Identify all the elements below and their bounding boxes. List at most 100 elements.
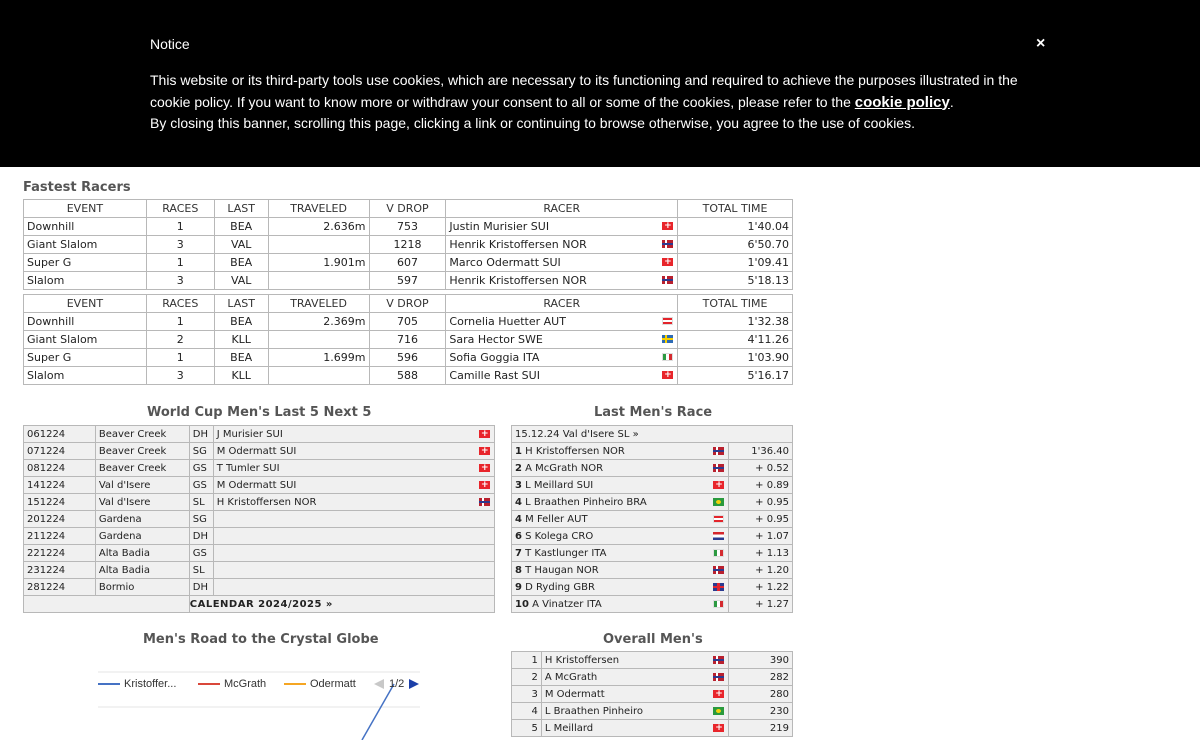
last-cell: KLL — [213, 330, 269, 349]
table-row: Downhill 1 BEA 2.369m 705 Cornelia Huetter AU… — [23, 312, 793, 331]
traveled-cell — [267, 235, 370, 254]
flag-nor-icon — [479, 498, 490, 506]
table-row[interactable]: 211224 Gardena DH — [23, 527, 496, 545]
table-row[interactable]: 061224 Beaver Creek DH J Murisier SUI — [23, 425, 496, 443]
race-link[interactable]: 15.12.24 Val d'Isere SL » — [511, 425, 793, 443]
legend-mcgrath[interactable]: McGrath — [198, 678, 266, 690]
racer-cell[interactable]: Henrik Kristoffersen NOR — [445, 271, 679, 290]
racer-name: A Vinatzer ITA — [528, 598, 602, 610]
racer-cell[interactable]: 2 A McGrath NOR — [510, 459, 730, 477]
column-header: LAST — [213, 199, 269, 218]
racer-cell[interactable]: 3 L Meillard SUI — [510, 476, 730, 494]
flag-nor-icon — [713, 464, 725, 472]
race-header-row: 15.12.24 Val d'Isere SL » — [511, 425, 793, 443]
vdrop-cell: 716 — [368, 330, 447, 349]
races-cell: 3 — [145, 366, 215, 385]
races-cell: 1 — [145, 348, 215, 367]
racer-name: D Ryding GBR — [521, 581, 595, 593]
fastest-racers-table: EVENT RACES LAST TRAVELED V DROP RACER TOTAL T… — [23, 199, 793, 385]
flag-nor-icon — [662, 276, 674, 284]
winner-cell — [212, 544, 496, 562]
racer-cell[interactable]: Cornelia Huetter AUT — [445, 312, 679, 331]
flag-sui-icon — [479, 481, 490, 489]
points-cell: 282 — [728, 668, 793, 686]
next-page-arrow-icon[interactable] — [409, 679, 419, 689]
table-header-row: EVENT RACES LAST TRAVELED V DROP RACER TOTAL T… — [23, 199, 793, 218]
discipline-cell: DH — [188, 578, 214, 596]
legend-label: Odermatt — [310, 678, 356, 690]
fastest-racers-title: Fastest Racers — [23, 180, 131, 195]
racer-cell[interactable]: 8 T Haugan NOR — [510, 561, 730, 579]
calendar-link[interactable]: CALENDAR 2024/2025 » — [188, 595, 496, 613]
table-row[interactable]: 201224 Gardena SG — [23, 510, 496, 528]
cookie-policy-link[interactable]: cookie policy — [855, 94, 950, 111]
racer-cell[interactable]: L Meillard — [540, 719, 730, 737]
position: 4 — [515, 513, 522, 525]
table-row: 7 T Kastlunger ITA + 1.13 — [510, 544, 793, 562]
racer-cell[interactable]: Camille Rast SUI — [445, 366, 679, 385]
date-cell: 281224 — [23, 578, 96, 596]
flag-bra-icon — [713, 498, 725, 506]
racer-cell[interactable]: 4 L Braathen Pinheiro BRA — [510, 493, 730, 511]
racer-cell[interactable]: Marco Odermatt SUI — [445, 253, 679, 272]
racer-cell[interactable]: Sofia Goggia ITA — [445, 348, 679, 367]
column-header: V DROP — [368, 294, 447, 313]
racer-cell[interactable]: L Braathen Pinheiro — [540, 702, 730, 720]
racer-cell[interactable]: 4 M Feller AUT — [510, 510, 730, 528]
table-row: 1H Kristoffersen 390 — [511, 651, 793, 669]
position: 10 — [515, 598, 529, 610]
flag-sui-icon — [479, 447, 490, 455]
date-cell: 061224 — [23, 425, 96, 443]
last-cell: BEA — [213, 253, 269, 272]
racer-cell[interactable]: Sara Hector SWE — [445, 330, 679, 349]
event-cell: Slalom — [23, 271, 147, 290]
time-cell: + 1.07 — [728, 527, 793, 545]
event-cell: Downhill — [23, 217, 147, 236]
racer-cell[interactable]: 10 A Vinatzer ITA — [510, 595, 730, 613]
table-row[interactable]: 281224 Bormio DH — [23, 578, 496, 596]
racer-cell[interactable]: 7 T Kastlunger ITA — [510, 544, 730, 562]
table-row: 4L Braathen Pinheiro 230 — [511, 702, 793, 720]
last-cell: BEA — [213, 312, 269, 331]
racer-cell[interactable]: M Odermatt — [540, 685, 730, 703]
flag-sui-icon — [662, 371, 674, 379]
position: 8 — [515, 564, 522, 576]
position: 9 — [515, 581, 522, 593]
event-cell: Giant Slalom — [23, 330, 147, 349]
table-row[interactable]: 231224 Alta Badia SL — [23, 561, 496, 579]
legend-line-icon — [284, 683, 306, 686]
position-cell: 2 — [511, 668, 542, 686]
close-icon[interactable]: × — [1036, 35, 1045, 53]
racer-cell[interactable]: Henrik Kristoffersen NOR — [445, 235, 679, 254]
legend-odermatt[interactable]: Odermatt — [284, 678, 356, 690]
racer-cell[interactable]: A McGrath — [540, 668, 730, 686]
table-row[interactable]: 151224 Val d'Isere SL H Kristoffersen NOR — [23, 493, 496, 511]
column-header: RACES — [145, 199, 215, 218]
table-row[interactable]: 221224 Alta Badia GS — [23, 544, 496, 562]
legend-kristoffersen[interactable]: Kristoffer... — [98, 678, 176, 690]
racer-cell[interactable]: 6 S Kolega CRO — [510, 527, 730, 545]
table-row: 1 H Kristoffersen NOR 1'36.40 — [510, 442, 793, 460]
flag-nor-icon — [713, 447, 725, 455]
points-cell: 230 — [728, 702, 793, 720]
racer-cell[interactable]: 9 D Ryding GBR — [510, 578, 730, 596]
table-row[interactable]: 081224 Beaver Creek GS T Tumler SUI — [23, 459, 496, 477]
position: 1 — [515, 445, 522, 457]
table-row[interactable]: 071224 Beaver Creek SG M Odermatt SUI — [23, 442, 496, 460]
position-cell: 3 — [511, 685, 542, 703]
traveled-cell: 1.699m — [267, 348, 370, 367]
flag-gbr-icon — [713, 583, 725, 591]
racer-cell[interactable]: 1 H Kristoffersen NOR — [510, 442, 730, 460]
overall-title: Overall Men's — [603, 632, 703, 647]
racer-cell[interactable]: Justin Murisier SUI — [445, 217, 679, 236]
table-row: Slalom3KLL 588Camille Rast SUI5'16.17 — [23, 366, 793, 385]
lastrace-table: 15.12.24 Val d'Isere SL » 1 H Kristoffers… — [510, 425, 793, 613]
racer-name: T Haugan NOR — [521, 564, 599, 576]
table-row[interactable]: 141224 Val d'Isere GS M Odermatt SUI — [23, 476, 496, 494]
time-cell: + 1.20 — [728, 561, 793, 579]
table-row: 9 D Ryding GBR + 1.22 — [510, 578, 793, 596]
races-cell: 1 — [145, 253, 215, 272]
prev-page-arrow-icon[interactable] — [374, 679, 384, 689]
racer-cell[interactable]: H Kristoffersen — [540, 651, 730, 669]
time-cell: + 0.52 — [728, 459, 793, 477]
